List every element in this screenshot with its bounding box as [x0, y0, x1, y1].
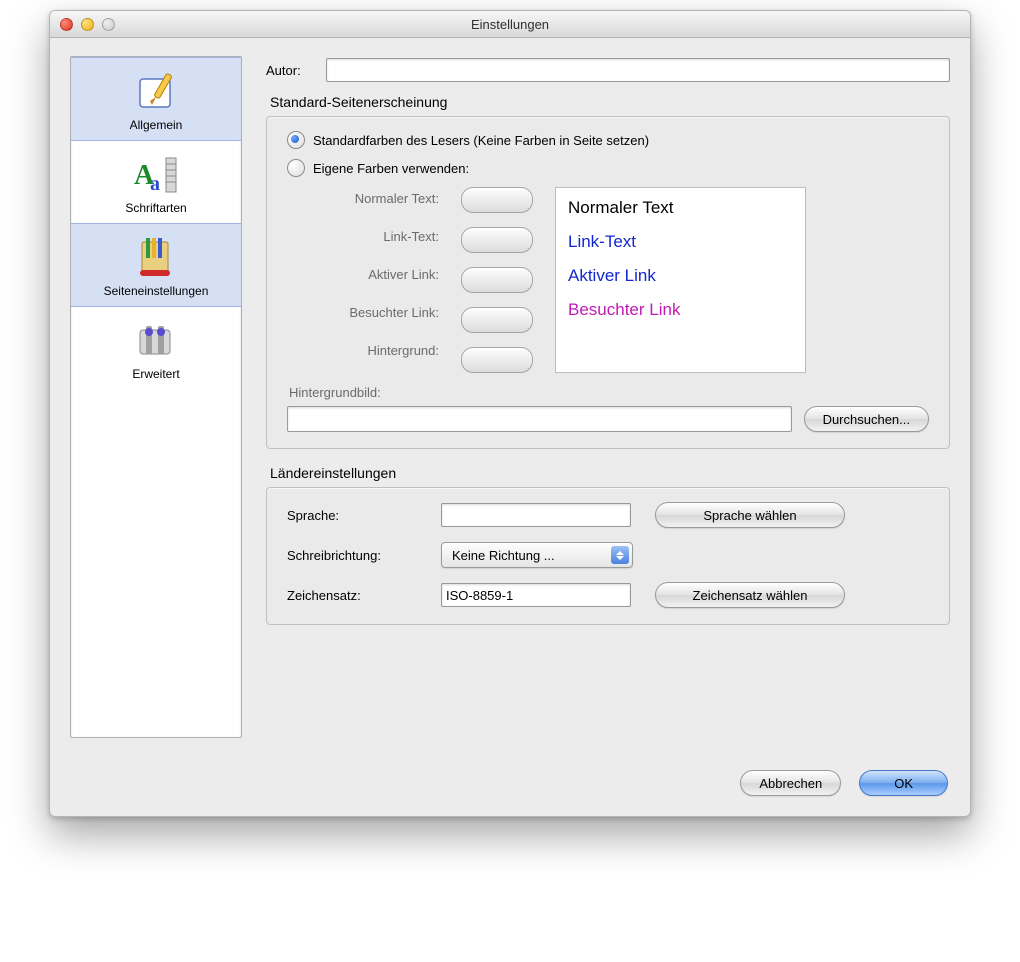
main-panel: Autor: Standard-Seitenerscheinung Standa… [266, 56, 950, 625]
radio-icon [287, 131, 305, 149]
color-label-background: Hintergrund: [309, 339, 439, 363]
language-label: Sprache: [287, 508, 427, 523]
color-well-normal[interactable] [461, 187, 533, 213]
page-settings-icon [75, 234, 237, 282]
window-title: Einstellungen [50, 17, 970, 32]
sidebar-item-general[interactable]: Allgemein [71, 57, 241, 141]
window-controls [60, 18, 115, 31]
preview-active: Aktiver Link [568, 266, 793, 286]
author-label: Autor: [266, 63, 316, 78]
direction-label: Schreibrichtung: [287, 548, 427, 563]
radio-icon [287, 159, 305, 177]
sidebar-item-fonts[interactable]: A a Schriftarten [71, 141, 241, 223]
preview-link: Link-Text [568, 232, 793, 252]
sidebar-item-label: Allgemein [75, 118, 237, 132]
language-input[interactable] [441, 503, 631, 527]
radio-reader-colors[interactable]: Standardfarben des Lesers (Keine Farben … [287, 131, 929, 149]
choose-charset-button[interactable]: Zeichensatz wählen [655, 582, 845, 608]
color-well-visited[interactable] [461, 307, 533, 333]
color-well-link[interactable] [461, 227, 533, 253]
appearance-group: Standardfarben des Lesers (Keine Farben … [266, 116, 950, 449]
color-label-active: Aktiver Link: [309, 263, 439, 287]
color-label-link: Link-Text: [309, 225, 439, 249]
sidebar: Allgemein A a Schriftarten [70, 56, 242, 738]
color-well-active[interactable] [461, 267, 533, 293]
minimize-icon[interactable] [81, 18, 94, 31]
compose-icon [75, 68, 237, 116]
svg-text:a: a [150, 173, 160, 195]
radio-label: Eigene Farben verwenden: [313, 161, 469, 176]
locale-group: Sprache: Sprache wählen Schreibrichtung:… [266, 487, 950, 625]
zoom-icon[interactable] [102, 18, 115, 31]
bg-image-input[interactable] [287, 406, 792, 432]
locale-group-title: Ländereinstellungen [270, 465, 950, 481]
color-well-background[interactable] [461, 347, 533, 373]
radio-label: Standardfarben des Lesers (Keine Farben … [313, 133, 649, 148]
close-icon[interactable] [60, 18, 73, 31]
color-label-normal: Normaler Text: [309, 187, 439, 211]
direction-popup[interactable]: Keine Richtung ... [441, 542, 633, 568]
radio-custom-colors[interactable]: Eigene Farben verwenden: [287, 159, 929, 177]
color-preview: Normaler Text Link-Text Aktiver Link Bes… [555, 187, 806, 373]
preferences-window: Einstellungen Allgemein A a [49, 10, 971, 817]
ok-button[interactable]: OK [859, 770, 948, 796]
preview-visited: Besuchter Link [568, 300, 793, 320]
charset-input[interactable] [441, 583, 631, 607]
cancel-button[interactable]: Abbrechen [740, 770, 841, 796]
bg-image-label: Hintergrundbild: [289, 385, 929, 400]
sidebar-item-label: Erweitert [75, 367, 237, 381]
charset-label: Zeichensatz: [287, 588, 427, 603]
browse-button[interactable]: Durchsuchen... [804, 406, 929, 432]
color-label-visited: Besuchter Link: [309, 301, 439, 325]
chevron-updown-icon [611, 546, 629, 564]
dialog-footer: Abbrechen OK [50, 754, 970, 816]
sidebar-item-label: Seiteneinstellungen [75, 284, 237, 298]
author-input[interactable] [326, 58, 950, 82]
fonts-icon: A a [75, 151, 237, 199]
preview-normal: Normaler Text [568, 198, 793, 218]
choose-language-button[interactable]: Sprache wählen [655, 502, 845, 528]
sidebar-item-page-settings[interactable]: Seiteneinstellungen [71, 223, 241, 307]
direction-value: Keine Richtung ... [452, 548, 555, 563]
advanced-icon [75, 317, 237, 365]
sidebar-item-label: Schriftarten [75, 201, 237, 215]
appearance-group-title: Standard-Seitenerscheinung [270, 94, 950, 110]
sidebar-item-advanced[interactable]: Erweitert [71, 307, 241, 389]
titlebar: Einstellungen [50, 11, 970, 38]
